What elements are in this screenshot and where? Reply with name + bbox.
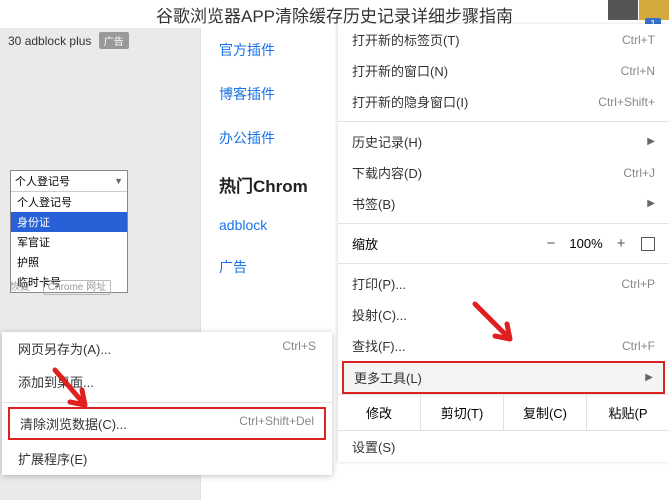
menu-more-tools[interactable]: 更多工具(L) ▶ <box>342 361 665 394</box>
shortcut: Ctrl+P <box>621 277 655 291</box>
menu-label: 查找(F)... <box>352 336 405 355</box>
menu-label: 书签(B) <box>352 194 395 213</box>
shortcut: Ctrl+Shift+Del <box>239 414 314 433</box>
row-number: 30 <box>8 34 21 48</box>
restore-label[interactable]: 恢复 <box>10 282 30 293</box>
submenu-extensions[interactable]: 扩展程序(E) <box>2 442 332 475</box>
zoom-in-button[interactable]: + <box>609 235 633 252</box>
shortcut: Ctrl+Shift+ <box>598 95 655 109</box>
id-type-dropdown[interactable]: 个人登记号 ▼ 个人登记号 身份证 军官证 护照 临时卡号 <box>10 170 128 293</box>
submenu-clear-data[interactable]: 清除浏览数据(C)... Ctrl+Shift+Del <box>8 407 326 440</box>
menu-zoom: 缩放 − 100% + <box>338 228 669 259</box>
menu-print[interactable]: 打印(P)... Ctrl+P <box>338 268 669 299</box>
menu-label: 打开新的隐身窗口(I) <box>352 92 468 111</box>
menu-cast[interactable]: 投射(C)... <box>338 299 669 330</box>
menu-paste[interactable]: 粘贴(P <box>587 395 669 430</box>
menu-label: 设置(S) <box>352 437 395 456</box>
shortcut: Ctrl+F <box>622 339 655 353</box>
ad-tag: 广告 <box>99 32 129 49</box>
menu-label: 清除浏览数据(C)... <box>20 414 127 433</box>
link-blog-plugins[interactable]: 博客插件 <box>201 72 338 116</box>
chevron-right-icon: ▶ <box>637 136 655 147</box>
shortcut: Ctrl+N <box>621 64 655 78</box>
menu-label: 扩展程序(E) <box>18 449 87 468</box>
shortcut: Ctrl+J <box>623 166 655 180</box>
zoom-out-button[interactable]: − <box>539 235 563 252</box>
shortcut: Ctrl+T <box>622 33 655 47</box>
menu-label: 更多工具(L) <box>354 368 422 387</box>
zoom-value: 100% <box>563 236 609 251</box>
menu-downloads[interactable]: 下载内容(D) Ctrl+J <box>338 157 669 188</box>
menu-separator <box>338 223 669 224</box>
dropdown-head[interactable]: 个人登记号 ▼ <box>11 171 127 192</box>
menu-new-window[interactable]: 打开新的窗口(N) Ctrl+N <box>338 55 669 86</box>
menu-bookmarks[interactable]: 书签(B) ▶ <box>338 188 669 219</box>
menu-label: 打印(P)... <box>352 274 406 293</box>
menu-history[interactable]: 历史记录(H) ▶ <box>338 126 669 157</box>
chevron-right-icon: ▶ <box>635 372 653 383</box>
menu-label: 网页另存为(A)... <box>18 339 111 358</box>
maximize-button[interactable] <box>639 0 669 20</box>
fullscreen-icon[interactable] <box>641 237 655 251</box>
menu-copy[interactable]: 复制(C) <box>504 395 587 430</box>
menu-separator <box>338 263 669 264</box>
chevron-down-icon: ▼ <box>114 176 123 186</box>
menu-label: 打开新的窗口(N) <box>352 61 448 80</box>
window-buttons <box>607 0 669 20</box>
chrome-main-menu: 打开新的标签页(T) Ctrl+T 打开新的窗口(N) Ctrl+N 打开新的隐… <box>338 24 669 462</box>
extension-name: adblock plus <box>25 34 92 48</box>
submenu-add-desktop[interactable]: 添加到桌面... <box>2 365 332 398</box>
link-official-plugins[interactable]: 官方插件 <box>201 28 338 72</box>
chrome-tag: Chrome 网址 <box>43 280 111 295</box>
dropdown-option[interactable]: 军官证 <box>11 232 127 252</box>
menu-separator <box>2 402 332 403</box>
popular-heading: 热门Chrom <box>201 160 338 205</box>
menu-label: 历史记录(H) <box>352 132 422 151</box>
menu-cut[interactable]: 剪切(T) <box>421 395 504 430</box>
link-adblock[interactable]: adblock <box>201 205 338 245</box>
menu-settings[interactable]: 设置(S) <box>338 431 669 462</box>
link-ads[interactable]: 广告 <box>201 245 338 289</box>
shortcut: Ctrl+S <box>282 339 316 358</box>
dropdown-label: 个人登记号 <box>15 173 70 189</box>
menu-find[interactable]: 查找(F)... Ctrl+F <box>338 330 669 361</box>
edit-label: 修改 <box>338 395 421 430</box>
dropdown-option[interactable]: 护照 <box>11 252 127 272</box>
page-title: 谷歌浏览器APP清除缓存历史记录详细步骤指南 <box>0 0 669 24</box>
menu-separator <box>338 121 669 122</box>
menu-label: 下载内容(D) <box>352 163 422 182</box>
dropdown-option[interactable]: 身份证 <box>11 212 127 232</box>
menu-label: 投射(C)... <box>352 305 407 324</box>
submenu-save-as[interactable]: 网页另存为(A)... Ctrl+S <box>2 332 332 365</box>
menu-edit-row: 修改 剪切(T) 复制(C) 粘贴(P <box>338 394 669 431</box>
minimize-button[interactable] <box>608 0 638 20</box>
more-tools-submenu: 网页另存为(A)... Ctrl+S 添加到桌面... 清除浏览数据(C)...… <box>2 332 332 475</box>
chevron-right-icon: ▶ <box>637 198 655 209</box>
link-office-plugins[interactable]: 办公插件 <box>201 116 338 160</box>
menu-new-tab[interactable]: 打开新的标签页(T) Ctrl+T <box>338 24 669 55</box>
zoom-label: 缩放 <box>352 234 539 253</box>
dropdown-option[interactable]: 个人登记号 <box>11 192 127 212</box>
extension-row: 30 adblock plus 广告 <box>0 28 200 53</box>
menu-incognito[interactable]: 打开新的隐身窗口(I) Ctrl+Shift+ <box>338 86 669 117</box>
menu-label: 打开新的标签页(T) <box>352 30 460 49</box>
menu-label: 添加到桌面... <box>18 372 94 391</box>
footer-labels: 恢复 Chrome 网址 <box>10 278 121 293</box>
